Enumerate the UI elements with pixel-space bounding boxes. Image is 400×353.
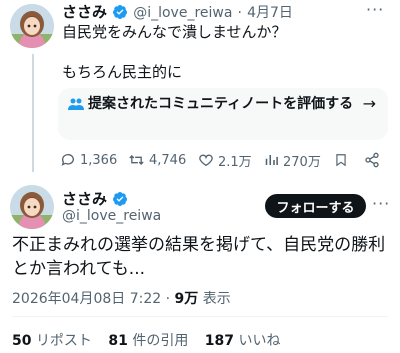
separator-dot: ·: [237, 5, 242, 21]
community-note-card[interactable]: 提案されたコミュニティノートを評価する →: [58, 88, 388, 140]
likes-stat[interactable]: 187 いいね: [205, 333, 281, 349]
reply-button[interactable]: 1,366: [60, 150, 117, 170]
handle[interactable]: @i_love_reiwa: [133, 5, 232, 21]
bookmark-button[interactable]: [334, 150, 352, 170]
engagement-stats: 50 リポスト 81 件の引用 187 いいね: [12, 330, 292, 350]
avatar-main-tweet[interactable]: [10, 185, 54, 229]
more-options-icon[interactable]: ···: [372, 194, 390, 213]
more-options-icon[interactable]: ···: [366, 0, 384, 19]
share-icon: [365, 152, 379, 168]
community-people-icon: [68, 98, 84, 110]
analytics-icon: [265, 155, 278, 165]
heart-icon: [199, 154, 213, 167]
quotes-count: 81: [108, 333, 128, 349]
display-name[interactable]: ささみ: [62, 3, 107, 21]
tweet-meta: 2026年04月08日 7:22 · 9万 表示: [12, 288, 231, 308]
retweet-icon: [129, 155, 144, 165]
views-label: 表示: [202, 291, 231, 307]
views-count: 9万: [174, 291, 199, 307]
verified-badge-icon: [113, 192, 128, 206]
like-button[interactable]: 2.1万: [198, 150, 252, 170]
quotes-stat[interactable]: 81 件の引用: [108, 333, 188, 349]
main-tweet-text: 不正まみれの選挙の結果を掲げて、自民党の勝利とか言われても...: [12, 235, 386, 279]
tweet-date[interactable]: 4月7日: [247, 5, 293, 21]
reply-icon: [61, 154, 74, 166]
reposts-count: 50: [12, 333, 32, 349]
separator-dot: ·: [165, 291, 171, 307]
tweet-text-line-2: もちろん民主的に: [62, 63, 183, 81]
display-name[interactable]: ささみ: [62, 190, 107, 208]
reply-count: 1,366: [80, 152, 118, 168]
share-button[interactable]: [364, 150, 384, 170]
tweet-text-line-1: 自民党をみんなで潰しませんか？: [62, 23, 287, 41]
tweet-timestamp[interactable]: 2026年04月08日 7:22: [12, 291, 161, 307]
avatar-first-tweet[interactable]: [10, 4, 54, 48]
reposts-label: リポスト: [35, 333, 92, 349]
community-note-label: 提案されたコミュニティノートを評価する: [88, 96, 354, 112]
bookmark-icon: [336, 154, 346, 167]
retweet-count: 4,746: [149, 152, 187, 168]
thread-connector-line: [32, 54, 34, 172]
likes-count: 187: [204, 333, 235, 349]
likes-label: いいね: [238, 333, 281, 349]
quotes-label: 件の引用: [132, 333, 189, 349]
verified-badge-icon: [113, 5, 128, 19]
reposts-stat[interactable]: 50 リポスト: [12, 333, 92, 349]
like-count: 2.1万: [218, 154, 252, 170]
views-count: 270万: [283, 154, 321, 170]
arrow-right-icon: →: [362, 94, 376, 113]
views-button[interactable]: 270万: [264, 150, 321, 170]
handle[interactable]: @i_love_reiwa: [62, 208, 161, 224]
retweet-button[interactable]: 4,746: [128, 150, 186, 170]
follow-button[interactable]: フォローする: [265, 194, 366, 218]
divider: [12, 316, 388, 317]
